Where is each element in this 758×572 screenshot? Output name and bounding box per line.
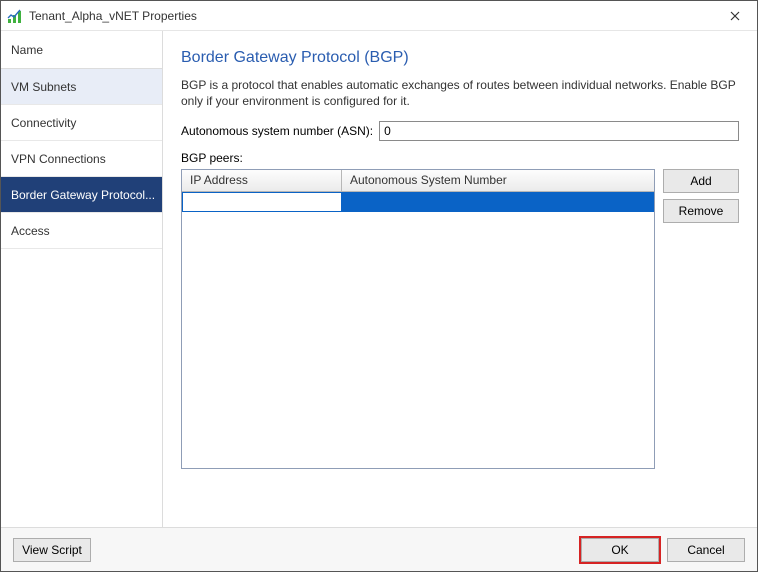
content-pane: Border Gateway Protocol (BGP) BGP is a p… [163,31,757,527]
column-header-ip[interactable]: IP Address [182,170,342,191]
page-title: Border Gateway Protocol (BGP) [181,49,739,67]
bgp-peers-grid[interactable]: IP Address Autonomous System Number [181,169,655,469]
sidebar-item-vpn-connections[interactable]: VPN Connections [1,141,162,177]
grid-row[interactable] [182,192,654,212]
page-description: BGP is a protocol that enables automatic… [181,77,739,109]
dialog-window: Tenant_Alpha_vNET Properties Name VM Sub… [0,0,758,572]
sidebar-header: Name [1,31,162,69]
sidebar: Name VM Subnets Connectivity VPN Connect… [1,31,163,527]
title-bar: Tenant_Alpha_vNET Properties [1,1,757,31]
window-title: Tenant_Alpha_vNET Properties [29,9,715,23]
cell-ip-input[interactable] [182,192,342,212]
sidebar-item-vm-subnets[interactable]: VM Subnets [1,69,162,105]
remove-button[interactable]: Remove [663,199,739,223]
dialog-footer: View Script OK Cancel [1,527,757,571]
bgp-peers-label: BGP peers: [181,151,739,165]
app-icon [7,8,23,24]
view-script-button[interactable]: View Script [13,538,91,562]
cell-asn[interactable] [342,192,654,212]
asn-input[interactable] [379,121,739,141]
close-button[interactable] [715,2,755,30]
add-button[interactable]: Add [663,169,739,193]
asn-label: Autonomous system number (ASN): [181,124,373,138]
column-header-asn[interactable]: Autonomous System Number [342,170,654,191]
grid-body [182,192,654,468]
sidebar-item-connectivity[interactable]: Connectivity [1,105,162,141]
ok-button[interactable]: OK [581,538,659,562]
grid-header: IP Address Autonomous System Number [182,170,654,192]
sidebar-item-bgp[interactable]: Border Gateway Protocol... [1,177,162,213]
cancel-button[interactable]: Cancel [667,538,745,562]
sidebar-item-access[interactable]: Access [1,213,162,249]
